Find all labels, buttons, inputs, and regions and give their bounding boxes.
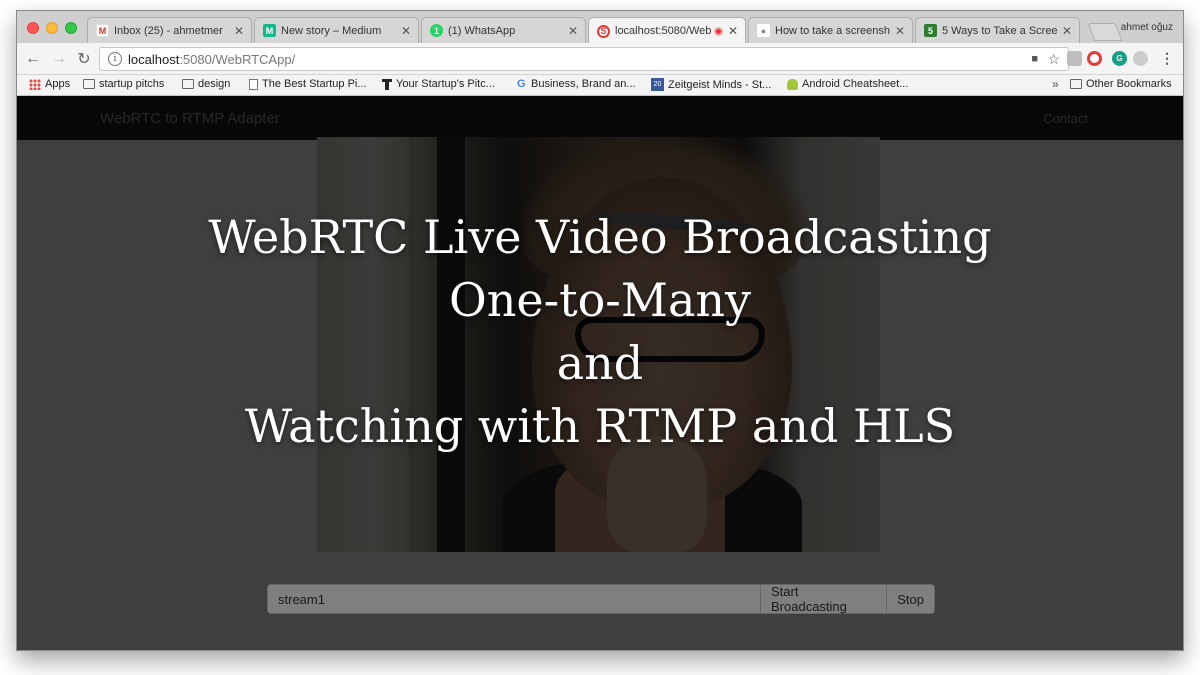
bookmark-apps[interactable]: Apps xyxy=(29,78,70,90)
close-icon[interactable]: ✕ xyxy=(233,24,245,38)
recording-indicator-icon xyxy=(714,26,723,36)
headline-line-1: WebRTC Live Video Broadcasting xyxy=(208,210,992,264)
doc-icon: 5 xyxy=(924,24,937,37)
tab-strip: M Inbox (25) - ahmetmer ✕ M New story – … xyxy=(17,11,1183,44)
tab-title: localhost:5080/Web xyxy=(615,25,711,37)
headline-overlay: WebRTC Live Video Broadcasting One-to-Ma… xyxy=(0,206,1200,458)
tab-title: (1) WhatsApp xyxy=(448,24,516,37)
url-host: localhost xyxy=(128,51,180,67)
reload-button[interactable]: ↻ xyxy=(74,49,94,69)
profile-name[interactable]: ahmet oğuz xyxy=(1121,22,1173,33)
bookmark-label: design xyxy=(198,78,231,90)
broadcast-form: Start Broadcasting Stop xyxy=(267,584,935,614)
bookmark-design[interactable]: design xyxy=(182,78,230,90)
bookmark-android[interactable]: Android Cheatsheet... xyxy=(787,78,908,90)
bookmark-label: Your Startup's Pitc... xyxy=(396,78,495,90)
window-close-button[interactable] xyxy=(27,22,39,34)
url-path: :5080/WebRTCApp/ xyxy=(179,51,296,67)
bookmark-label: The Best Startup Pi... xyxy=(262,78,367,90)
apps-icon xyxy=(29,78,41,90)
tab-title: Inbox (25) - ahmetmer xyxy=(114,24,223,37)
stream-name-input[interactable] xyxy=(267,584,761,614)
google-icon: G xyxy=(517,78,526,90)
star-icon[interactable]: ☆ xyxy=(1047,51,1060,68)
bookmark-label: startup pitchs xyxy=(99,78,165,90)
bookmark-label: Zeitgeist Minds - St... xyxy=(668,78,772,91)
page-icon xyxy=(249,78,258,90)
zeitgeist-icon: 20 xyxy=(651,78,664,91)
other-bookmarks[interactable]: Other Bookmarks xyxy=(1070,78,1172,90)
bookmark-label: Business, Brand an... xyxy=(531,78,636,90)
tab-localhost[interactable]: S localhost:5080/Web ✕ xyxy=(588,17,746,44)
close-icon[interactable]: ✕ xyxy=(567,24,579,38)
tab-title: How to take a screensh xyxy=(775,24,890,37)
bookmarks-bar: Apps startup pitchs design The Best Star… xyxy=(17,75,1183,96)
bookmark-label: Apps xyxy=(45,78,71,90)
browser-toolbar: ← → ↻ i localhost:5080/WebRTCApp/ ■ ☆ G … xyxy=(17,43,1183,75)
camera-icon[interactable]: ■ xyxy=(1031,53,1038,65)
folder-icon xyxy=(1070,79,1082,89)
stop-button[interactable]: Stop xyxy=(887,584,935,614)
bookmark-startup-pitchs[interactable]: startup pitchs xyxy=(83,78,164,90)
new-tab-button[interactable] xyxy=(1087,23,1123,41)
forward-button[interactable]: → xyxy=(49,49,69,69)
medium-icon: M xyxy=(263,24,276,37)
info-icon[interactable]: i xyxy=(108,52,122,66)
gmail-icon: M xyxy=(96,24,109,37)
tab-gmail[interactable]: M Inbox (25) - ahmetmer ✕ xyxy=(87,17,252,43)
close-icon[interactable]: ✕ xyxy=(1061,24,1073,38)
tab-5-ways[interactable]: 5 5 Ways to Take a Scree ✕ xyxy=(915,17,1080,43)
tab-medium[interactable]: M New story – Medium ✕ xyxy=(254,17,419,43)
android-icon xyxy=(787,78,798,90)
close-icon[interactable]: ✕ xyxy=(400,24,412,38)
start-broadcasting-button[interactable]: Start Broadcasting xyxy=(761,584,888,614)
back-button[interactable]: ← xyxy=(23,49,43,69)
tower-icon xyxy=(382,78,392,90)
bookmark-startup-pitch[interactable]: Your Startup's Pitc... xyxy=(382,78,495,90)
headline-line-3: and xyxy=(556,336,644,390)
whatsapp-icon: 1 xyxy=(430,24,443,37)
grammarly-icon[interactable]: G xyxy=(1112,51,1127,66)
tab-title: New story – Medium xyxy=(281,24,382,37)
tab-screenshot-howto[interactable]: ● How to take a screensh ✕ xyxy=(748,17,913,43)
folder-icon xyxy=(182,79,194,89)
tab-whatsapp[interactable]: 1 (1) WhatsApp ✕ xyxy=(421,17,586,43)
window-maximize-button[interactable] xyxy=(65,22,77,34)
bookmark-best-startup[interactable]: The Best Startup Pi... xyxy=(249,78,367,90)
tab-title: 5 Ways to Take a Scree xyxy=(942,24,1057,37)
opera-icon[interactable] xyxy=(1087,51,1102,66)
extension-shield-icon[interactable] xyxy=(1067,51,1082,66)
menu-icon[interactable]: ⋮ xyxy=(1160,50,1174,67)
apple-icon: ● xyxy=(757,24,770,37)
headline-line-2: One-to-Many xyxy=(449,273,751,327)
window-minimize-button[interactable] xyxy=(46,22,58,34)
bookmark-zeitgeist[interactable]: 20 Zeitgeist Minds - St... xyxy=(651,78,771,91)
app-icon: S xyxy=(597,24,610,38)
bookmark-label: Android Cheatsheet... xyxy=(802,78,909,90)
bookmark-business-brand[interactable]: G Business, Brand an... xyxy=(517,78,636,90)
close-icon[interactable]: ✕ xyxy=(727,24,739,38)
address-bar[interactable]: i localhost:5080/WebRTCApp/ ■ ☆ xyxy=(99,47,1069,71)
folder-icon xyxy=(83,79,95,89)
headline-line-4: Watching with RTMP and HLS xyxy=(244,399,956,453)
bookmarks-overflow-button[interactable]: » xyxy=(1052,77,1059,91)
close-icon[interactable]: ✕ xyxy=(894,24,906,38)
other-bookmarks-label: Other Bookmarks xyxy=(1086,78,1172,90)
extension-clock-icon[interactable] xyxy=(1133,51,1148,66)
